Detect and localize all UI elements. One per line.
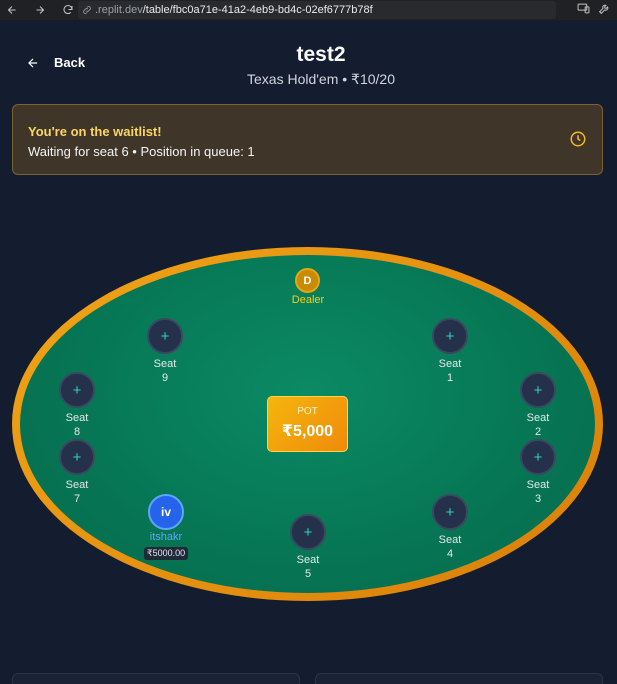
clock-icon <box>569 130 587 148</box>
seat-word: Seat <box>296 554 320 566</box>
player-seat-6[interactable]: iv itshakr ₹5000.00 <box>140 494 192 561</box>
seat-number: 5 <box>304 568 312 580</box>
seat-4[interactable]: + Seat 4 <box>420 494 480 561</box>
plus-icon: + <box>147 318 183 354</box>
seat-9[interactable]: + Seat 9 <box>135 318 195 385</box>
seat-number: 2 <box>534 426 542 438</box>
plus-icon: + <box>59 372 95 408</box>
site-info-icon[interactable] <box>82 5 92 15</box>
seat-3[interactable]: + Seat 3 <box>508 439 568 506</box>
waitlist-title: You're on the waitlist! <box>28 124 162 139</box>
plus-icon: + <box>290 514 326 550</box>
table-title: test2 <box>296 43 346 66</box>
dealer-button: D <box>295 268 320 293</box>
seat-word: Seat <box>438 358 462 370</box>
player-name: itshakr <box>149 531 183 543</box>
address-bar[interactable]: .replit.dev/table/fbc0a71e-41a2-4eb9-bd4… <box>78 1 556 19</box>
wrench-icon[interactable] <box>598 2 611 15</box>
seat-number: 3 <box>534 493 542 505</box>
seat-word: Seat <box>153 358 177 370</box>
seat-5[interactable]: + Seat 5 <box>278 514 338 581</box>
seat-8[interactable]: + Seat 8 <box>47 372 107 439</box>
reload-icon[interactable] <box>60 2 76 18</box>
bottom-panel-right <box>315 673 603 684</box>
seat-word: Seat <box>526 479 550 491</box>
seat-word: Seat <box>65 412 89 424</box>
plus-icon: + <box>520 372 556 408</box>
seat-number: 4 <box>446 548 454 560</box>
seat-word: Seat <box>65 479 89 491</box>
waitlist-message: Waiting for seat 6 • Position in queue: … <box>28 144 255 159</box>
plus-icon: + <box>59 439 95 475</box>
url-path: /table/fbc0a71e-41a2-4eb9-bd4c-02ef6777b… <box>142 4 373 16</box>
avatar: iv <box>148 494 184 530</box>
dealer-label: Dealer <box>291 294 325 306</box>
seat-number: 9 <box>161 372 169 384</box>
player-stack: ₹5000.00 <box>143 547 189 560</box>
browser-toolbar: .replit.dev/table/fbc0a71e-41a2-4eb9-bd4… <box>0 0 617 20</box>
url-host: .replit.dev <box>95 4 143 16</box>
pot-amount: ₹5,000 <box>281 423 334 440</box>
seat-number: 8 <box>73 426 81 438</box>
waitlist-banner: You're on the waitlist! Waiting for seat… <box>12 104 603 175</box>
plus-icon: + <box>520 439 556 475</box>
devices-icon[interactable] <box>577 2 590 15</box>
seat-number: 1 <box>446 372 454 384</box>
forward-arrow-icon[interactable] <box>32 2 48 18</box>
seat-word: Seat <box>526 412 550 424</box>
seat-word: Seat <box>438 534 462 546</box>
table-subtitle: Texas Hold'em • ₹10/20 <box>247 71 395 87</box>
plus-icon: + <box>432 494 468 530</box>
seat-7[interactable]: + Seat 7 <box>47 439 107 506</box>
back-arrow-icon[interactable] <box>4 2 20 18</box>
seat-1[interactable]: + Seat 1 <box>420 318 480 385</box>
bottom-panel-left <box>12 673 300 684</box>
seat-2[interactable]: + Seat 2 <box>508 372 568 439</box>
plus-icon: + <box>432 318 468 354</box>
pot-display: POT ₹5,000 <box>267 396 348 452</box>
seat-number: 7 <box>73 493 81 505</box>
pot-label: POT <box>297 406 318 417</box>
